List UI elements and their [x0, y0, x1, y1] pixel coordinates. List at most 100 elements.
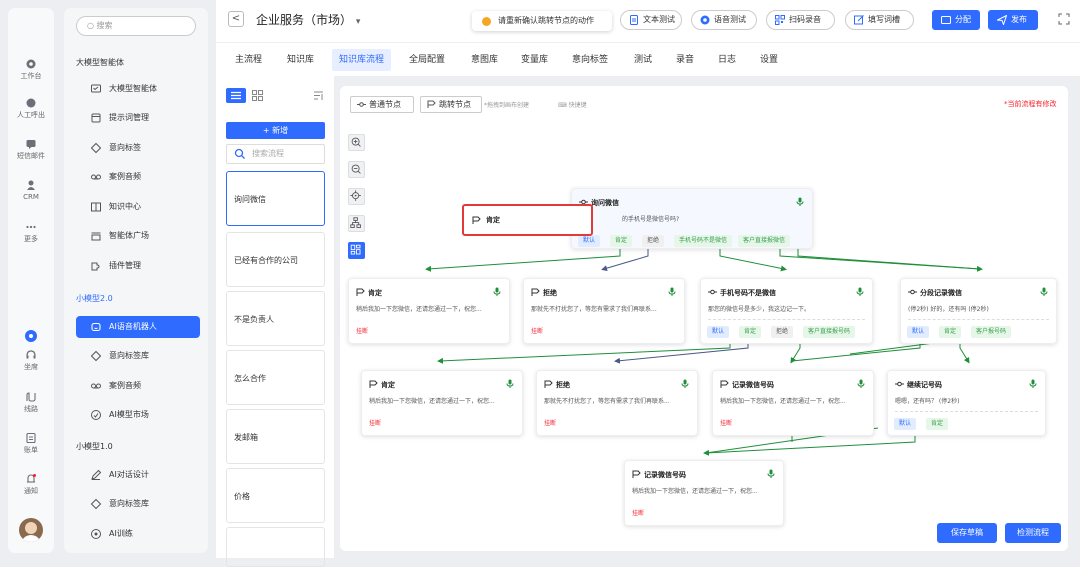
rail-message[interactable]: 短信邮件 [8, 138, 54, 161]
flow-item[interactable]: 已经有合作的公司 [226, 232, 325, 287]
branch-tag[interactable]: 客户直接报号码 [803, 326, 856, 338]
node-title: 肯定 [368, 289, 382, 297]
branch-tag[interactable]: 客户报号码 [971, 326, 1012, 338]
node-row2-yes[interactable]: 肯定 稍后我加一下您微信，还请您通过一下，祝您... 挂断 [361, 370, 523, 436]
node-row3-record[interactable]: 记录微信号码 稍后我加一下您微信，还请您通过一下，祝您... 挂断 [624, 460, 784, 526]
add-flow-button[interactable]: + 新增 [226, 122, 325, 139]
menu-item-ai-dialog[interactable]: AI对话设计 [76, 464, 200, 486]
microphone-icon[interactable] [506, 379, 514, 388]
branch-tag[interactable]: 肯定 [610, 235, 633, 247]
tab-intent-lib[interactable]: 意图库 [471, 49, 498, 71]
rail-bill[interactable]: 账单 [8, 432, 54, 455]
tab-intent-tag[interactable]: 意向标签 [572, 49, 608, 71]
node-divider [895, 411, 1038, 412]
microphone-icon[interactable] [668, 287, 676, 296]
menu-item-case-audio-2[interactable]: 案例音频 [76, 375, 200, 397]
branch-tag[interactable]: 默认 [707, 326, 730, 338]
menu-item-ai-voice-bot[interactable]: AI语音机器人 [76, 316, 200, 338]
jump-node-popup[interactable]: 肯定 [462, 204, 593, 236]
menu-search-input[interactable]: ○ 搜索 [76, 16, 196, 36]
microphone-icon[interactable] [857, 379, 865, 388]
tab-test[interactable]: 测试 [634, 49, 652, 71]
microphone-icon[interactable] [767, 469, 775, 478]
microphone-icon[interactable] [856, 287, 864, 296]
voice-test-button[interactable]: 语音测试 [691, 10, 757, 30]
tab-knowledge[interactable]: 知识库 [287, 49, 314, 71]
branch-tag[interactable]: 肯定 [926, 418, 949, 430]
assign-button[interactable]: 分配 [932, 10, 980, 30]
branch-tag[interactable]: 默认 [578, 235, 601, 247]
microphone-icon[interactable] [681, 379, 689, 388]
rail-notice[interactable]: 通知 [8, 473, 54, 496]
grid-view-icon[interactable] [252, 90, 263, 101]
menu-item-intent-lib[interactable]: 意向标签库 [76, 345, 200, 367]
node-desc: 稍后我加一下您微信，还请您通过一下，祝您... [369, 398, 495, 405]
branch-tag[interactable]: 手机号码不是微信 [674, 235, 733, 247]
branch-tag[interactable]: 肯定 [739, 326, 762, 338]
fill-slot-button[interactable]: 填写词槽 [845, 10, 914, 30]
publish-button[interactable]: 发布 [988, 10, 1038, 30]
sort-icon[interactable] [313, 90, 324, 101]
flow-search-input[interactable]: 搜索流程 [226, 144, 325, 164]
scan-record-button[interactable]: 扫码录音 [766, 10, 835, 30]
microphone-icon[interactable] [796, 197, 804, 206]
node-row1-yes[interactable]: 肯定 稍后我加一下您微信，还请您通过一下，祝您... 挂断 [348, 278, 510, 344]
tab-variable-lib[interactable]: 变量库 [521, 49, 548, 71]
node-row2-continue[interactable]: 继续记号码 嗯嗯，还有吗？ (停2秒) 默认 肯定 [887, 370, 1046, 436]
tab-knowledge-flow[interactable]: 知识库流程 [332, 49, 392, 71]
branch-tag[interactable]: 客户直接报微信 [738, 235, 791, 247]
back-button[interactable]: < [228, 11, 244, 27]
menu-item-llm-agent[interactable]: 大模型智能体 [76, 78, 200, 100]
text-test-button[interactable]: 文本测试 [620, 10, 682, 30]
branch-tag[interactable]: 拒绝 [642, 235, 665, 247]
tab-recording[interactable]: 录音 [676, 49, 694, 71]
rail-workbench[interactable]: 工作台 [8, 58, 54, 81]
tab-settings[interactable]: 设置 [760, 49, 778, 71]
tab-log[interactable]: 日志 [718, 49, 736, 71]
node-row1-not-wechat[interactable]: 手机号码不是微信 那您的微信号是多少，我这边记一下。 默认 肯定 拒绝 客户直接… [700, 278, 873, 344]
check-flow-button[interactable]: 检测流程 [1005, 523, 1061, 543]
branch-tag[interactable]: 默认 [907, 326, 930, 338]
node-row1-segment[interactable]: 分段记录微信 (停2秒) 好的，还有吗 (停2秒) 默认 肯定 客户报号码 [900, 278, 1057, 344]
microphone-icon[interactable] [493, 287, 501, 296]
menu-item-ai-train[interactable]: AI训练 [76, 523, 200, 545]
branch-tag[interactable]: 肯定 [939, 326, 962, 338]
branch-tag[interactable]: 默认 [894, 418, 917, 430]
menu-item-ai-market[interactable]: AI模型市场 [76, 404, 200, 426]
flow-item[interactable]: 询问微信 [226, 171, 325, 226]
monitor-icon [91, 84, 101, 93]
node-row2-reject[interactable]: 拒绝 那就先不打扰您了，等您有需求了我们再联系... 挂断 [536, 370, 698, 436]
node-row2-record[interactable]: 记录微信号码 稍后我加一下您微信，还请您通过一下，祝您... 挂断 [712, 370, 874, 436]
menu-item-knowledge[interactable]: 知识中心 [76, 196, 200, 218]
tab-main-flow[interactable]: 主流程 [235, 49, 262, 71]
workbench-icon [26, 59, 36, 69]
card-view-toggle[interactable] [226, 88, 246, 103]
tab-global-config[interactable]: 全局配置 [409, 49, 445, 71]
menu-item-intent-tag[interactable]: 意向标签 [76, 137, 200, 159]
menu-item-agent-square[interactable]: 智能体广场 [76, 225, 200, 247]
flow-item[interactable]: 不是负责人 [226, 291, 325, 346]
microphone-icon[interactable] [1029, 379, 1037, 388]
flow-item[interactable]: 怎么合作 [226, 350, 325, 405]
flow-item[interactable]: 价格 [226, 468, 325, 523]
rail-line[interactable]: 线路 [8, 391, 54, 414]
microphone-icon[interactable] [1040, 287, 1048, 296]
node-root[interactable]: 询问微信 的手机号是微信号吗? 默认 肯定 拒绝 手机号码不是微信 客户直接报微… [571, 188, 813, 249]
avatar[interactable] [19, 518, 43, 542]
fullscreen-icon[interactable] [1058, 13, 1070, 25]
flow-canvas[interactable]: 普通节点 跳转节点 *拖拽到画布创建 ⌨ 快捷键 *当前流程有修改 询问微信 的… [340, 86, 1068, 551]
page-title[interactable]: 企业服务（市场） ▾ [256, 11, 360, 28]
branch-tag[interactable]: 拒绝 [771, 326, 794, 338]
menu-item-prompt[interactable]: 提示词管理 [76, 107, 200, 129]
menu-item-plugin[interactable]: 插件管理 [76, 255, 200, 277]
save-draft-button[interactable]: 保存草稿 [937, 523, 997, 543]
menu-item-case-audio[interactable]: 案例音频 [76, 166, 200, 188]
rail-crm[interactable]: CRM [8, 179, 54, 202]
rail-more[interactable]: 更多 [8, 221, 54, 244]
flow-item[interactable]: 发邮箱 [226, 409, 325, 464]
node-row1-reject[interactable]: 拒绝 那就先不打扰您了，等您有需求了我们再联系... 挂断 [523, 278, 685, 344]
rail-outbound[interactable]: 人工呼出 [8, 97, 54, 120]
menu-item-intent-lib-2[interactable]: 意向标签库 [76, 493, 200, 515]
flow-item[interactable] [226, 527, 325, 567]
rail-seat[interactable]: 坐席 [8, 349, 54, 372]
